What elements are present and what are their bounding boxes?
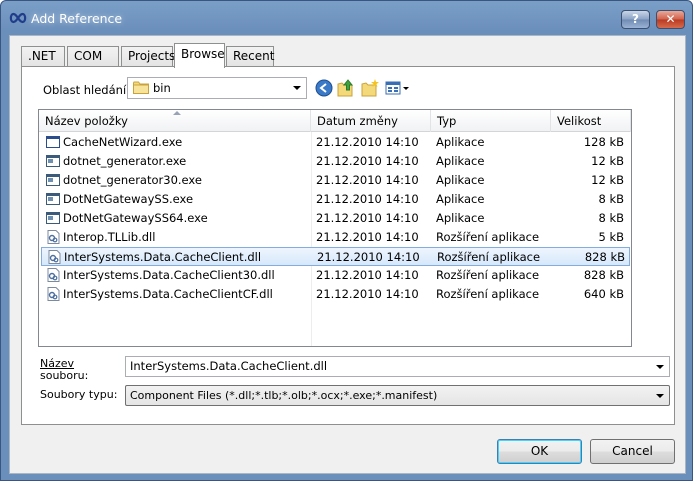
file-size-cell: 5 kB [598, 230, 624, 244]
table-row[interactable]: DotNetGatewaySS64.exe 21.12.2010 14:10 Apl… [41, 209, 630, 228]
window-title: Add Reference [31, 11, 123, 26]
table-row[interactable]: CacheNetWizard.exe 21.12.2010 14:10 Aplika… [41, 133, 630, 152]
tab-browse[interactable]: Browse [174, 43, 225, 68]
table-row[interactable]: InterSystems.Data.CacheClient.dll 21.12.2… [41, 247, 630, 266]
file-name-value: InterSystems.Data.CacheClient.dll [130, 359, 328, 373]
file-type-cell: Aplikace [436, 173, 485, 187]
folder-icon [133, 81, 149, 94]
back-icon[interactable] [314, 78, 334, 98]
close-button[interactable]: ✕ [656, 10, 685, 29]
console-app-icon [46, 174, 60, 186]
file-size-cell: 12 kB [591, 173, 624, 187]
file-size-cell: 828 kB [584, 250, 625, 264]
file-name-cell: InterSystems.Data.CacheClient.dll [64, 250, 262, 264]
file-date-cell: 21.12.2010 14:10 [316, 287, 419, 301]
table-row[interactable]: InterSystems.Data.CacheClient30.dll 21.12… [41, 266, 630, 285]
chevron-down-icon [656, 394, 664, 398]
file-type-cell: Rozšíření aplikace [436, 230, 540, 244]
file-size-cell: 8 kB [598, 211, 624, 225]
file-list[interactable]: Název položky Datum změny Typ Velikost C… [38, 109, 632, 347]
file-name-cell: CacheNetWizard.exe [63, 135, 183, 149]
table-row[interactable]: dotnet_generator.exe 21.12.2010 14:10 Apli… [41, 152, 630, 171]
help-button[interactable]: ? [621, 10, 650, 29]
tab-recent[interactable]: Recent [226, 46, 274, 67]
column-type[interactable]: Typ [431, 110, 551, 132]
new-folder-icon[interactable] [360, 78, 380, 98]
tab-net[interactable]: .NET [21, 46, 65, 67]
file-type-value: Component Files (*.dll;*.tlb;*.olb;*.ocx… [130, 389, 438, 402]
file-name-cell: Interop.TLLib.dll [63, 230, 156, 244]
cancel-button[interactable]: Cancel [590, 439, 675, 464]
file-type-dropdown[interactable]: Component Files (*.dll;*.tlb;*.olb;*.ocx… [125, 385, 670, 406]
file-type-cell: Aplikace [436, 154, 485, 168]
list-header: Název položky Datum změny Typ Velikost [39, 110, 631, 132]
tab-projects[interactable]: Projects [121, 46, 175, 67]
console-app-icon [46, 212, 60, 224]
chevron-down-icon[interactable] [656, 365, 664, 369]
ok-button[interactable]: OK [497, 439, 582, 464]
file-date-cell: 21.12.2010 14:10 [316, 154, 419, 168]
dll-icon [47, 230, 60, 244]
title-bar[interactable]: Add Reference ? ✕ [1, 1, 692, 35]
file-name-cell: InterSystems.Data.CacheClientCF.dll [63, 287, 273, 301]
console-app-icon [46, 155, 60, 167]
file-name-cell: dotnet_generator30.exe [63, 173, 202, 187]
file-name-label-line2: souboru: [40, 369, 89, 382]
file-date-cell: 21.12.2010 14:10 [316, 135, 419, 149]
file-type-cell: Aplikace [436, 211, 485, 225]
window-app-icon [46, 136, 60, 148]
view-menu-icon[interactable] [384, 78, 410, 98]
look-in-value: bin [153, 81, 171, 95]
file-type-cell: Rozšíření aplikace [436, 287, 540, 301]
file-name-cell: dotnet_generator.exe [63, 154, 187, 168]
file-type-label: Soubory typu: [40, 388, 118, 401]
file-name-input[interactable]: InterSystems.Data.CacheClient.dll [125, 356, 670, 377]
file-size-cell: 8 kB [598, 192, 624, 206]
infinity-icon [9, 12, 27, 24]
file-name-label: Název souboru: [40, 358, 88, 382]
look-in-label: Oblast hledání: [43, 83, 131, 97]
dll-icon [48, 250, 61, 264]
file-name-cell: InterSystems.Data.CacheClient30.dll [63, 268, 275, 282]
file-size-cell: 640 kB [583, 287, 624, 301]
table-row[interactable]: dotnet_generator30.exe 21.12.2010 14:10 Ap… [41, 171, 630, 190]
table-row[interactable]: Interop.TLLib.dll 21.12.2010 14:10 Rozšíře… [41, 228, 630, 247]
file-size-cell: 828 kB [583, 268, 624, 282]
file-date-cell: 21.12.2010 14:10 [316, 230, 419, 244]
add-reference-dialog: Add Reference ? ✕ .NET COM Projects Brow… [0, 0, 693, 481]
dll-icon [47, 268, 60, 282]
file-size-cell: 128 kB [583, 135, 624, 149]
table-row[interactable]: DotNetGatewaySS.exe 21.12.2010 14:10 Aplik… [41, 190, 630, 209]
up-folder-icon[interactable] [336, 78, 356, 98]
file-name-cell: DotNetGatewaySS64.exe [63, 211, 208, 225]
file-name-cell: DotNetGatewaySS.exe [63, 192, 194, 206]
dll-icon [47, 287, 60, 301]
file-size-cell: 12 kB [591, 154, 624, 168]
look-in-dropdown[interactable]: bin [127, 77, 307, 99]
browse-panel: Oblast hledání: bin Název položky Datum … [21, 66, 675, 425]
file-type-cell: Aplikace [436, 192, 485, 206]
column-date[interactable]: Datum změny [311, 110, 431, 132]
file-type-cell: Rozšíření aplikace [437, 250, 541, 264]
column-size[interactable]: Velikost [551, 110, 631, 132]
file-date-cell: 21.12.2010 14:10 [317, 250, 420, 264]
file-date-cell: 21.12.2010 14:10 [316, 268, 419, 282]
sort-ascending-icon [173, 111, 181, 115]
file-date-cell: 21.12.2010 14:10 [316, 211, 419, 225]
dialog-client-area: .NET COM Projects Browse Recent Oblast h… [9, 35, 686, 474]
file-date-cell: 21.12.2010 14:10 [316, 173, 419, 187]
table-row[interactable]: InterSystems.Data.CacheClientCF.dll 21.12… [41, 285, 630, 304]
tab-com[interactable]: COM [67, 46, 119, 67]
chevron-down-icon [293, 86, 301, 90]
console-app-icon [46, 193, 60, 205]
file-type-cell: Rozšíření aplikace [436, 268, 540, 282]
file-type-cell: Aplikace [436, 135, 485, 149]
file-date-cell: 21.12.2010 14:10 [316, 192, 419, 206]
